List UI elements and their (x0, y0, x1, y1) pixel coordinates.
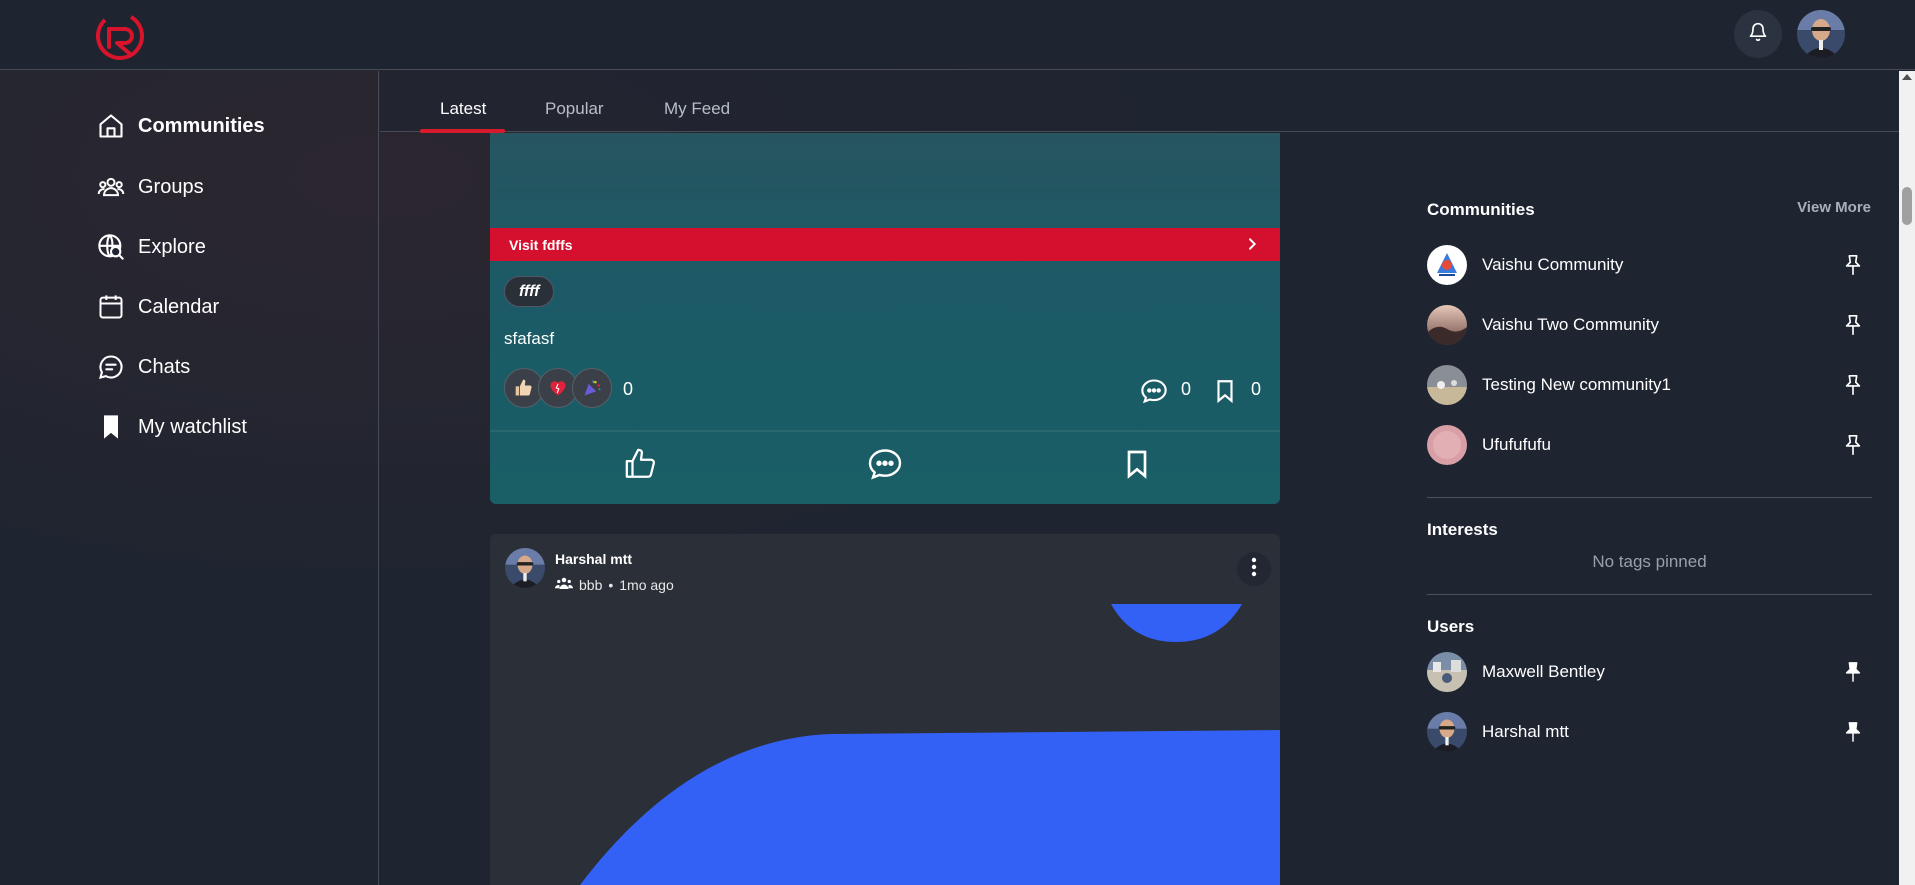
pin-outline-icon[interactable] (1842, 253, 1864, 282)
post-image (580, 604, 1280, 885)
post-author-name[interactable]: Harshal mtt (555, 551, 632, 567)
community-name: Testing New community1 (1482, 375, 1671, 394)
meta-separator: • (608, 576, 614, 593)
sidebar-item-watchlist[interactable]: My watchlist (96, 409, 247, 445)
post-menu-button[interactable] (1237, 552, 1271, 586)
users-section-title: Users (1427, 617, 1475, 636)
community-item[interactable]: Vaishu Community (1427, 245, 1872, 285)
sidebar-item-label: Groups (138, 175, 204, 198)
tab-my-feed[interactable]: My Feed (664, 99, 730, 119)
like-button[interactable] (611, 441, 671, 491)
community-name: Ufufufufu (1482, 435, 1551, 454)
community-item[interactable]: Ufufufufu (1427, 425, 1872, 465)
post-text: sfafasf (504, 329, 555, 348)
comment-icon (866, 446, 904, 487)
more-vertical-icon (1251, 557, 1257, 582)
left-sidebar: Communities Groups Explore Calendar Chat… (0, 71, 379, 885)
group-icon (555, 576, 573, 593)
community-item[interactable]: Testing New community1 (1427, 365, 1872, 405)
pin-outline-icon[interactable] (1842, 313, 1864, 342)
community-avatar (1427, 365, 1467, 405)
post-tag-chip[interactable]: ffff (504, 276, 555, 307)
pin-outline-icon[interactable] (1842, 373, 1864, 402)
bookmark-count: 0 (1251, 379, 1262, 399)
user-item[interactable]: Harshal mtt (1427, 712, 1872, 752)
comment-count: 0 (1181, 379, 1192, 399)
user-name: Harshal mtt (1482, 722, 1569, 741)
community-avatar (1427, 245, 1467, 285)
post-meta: bbb • 1mo ago (555, 576, 674, 593)
no-tags-message: No tags pinned (1592, 552, 1707, 571)
sidebar-item-label: Chats (138, 355, 191, 378)
people-icon (96, 172, 126, 202)
comment-button[interactable] (855, 441, 915, 491)
interests-section-title: Interests (1427, 520, 1498, 539)
visit-link-button[interactable]: Visit fdffs (490, 228, 1280, 261)
home-icon (96, 111, 126, 141)
scroll-thumb[interactable] (1902, 187, 1912, 225)
thumbs-up-icon (624, 447, 658, 486)
sidebar-item-groups[interactable]: Groups (96, 169, 204, 205)
bookmark-icon (1121, 448, 1153, 485)
chat-icon (96, 352, 126, 382)
community-name: Vaishu Community (1482, 255, 1624, 274)
community-item[interactable]: Vaishu Two Community (1427, 305, 1872, 345)
post-group-name[interactable]: bbb (579, 577, 602, 593)
user-name: Maxwell Bentley (1482, 662, 1605, 681)
bookmark-button[interactable] (1107, 441, 1167, 491)
sidebar-item-explore[interactable]: Explore (96, 229, 206, 265)
sidebar-item-communities[interactable]: Communities (96, 108, 265, 144)
sidebar-item-chats[interactable]: Chats (96, 349, 190, 385)
post-card: Visit fdffs ffff sfafasf 0 0 0 (490, 133, 1280, 504)
notifications-button[interactable] (1734, 10, 1782, 58)
user-item[interactable]: Maxwell Bentley (1427, 652, 1872, 692)
profile-avatar[interactable] (1797, 10, 1845, 58)
rg-logo[interactable] (95, 11, 145, 61)
pin-outline-icon[interactable] (1842, 433, 1864, 462)
tab-popular[interactable]: Popular (545, 99, 604, 119)
bookmark-count-icon (1212, 378, 1238, 409)
author-avatar[interactable] (505, 548, 545, 588)
visit-link-label: Visit fdffs (509, 236, 573, 253)
sidebar-item-label: My watchlist (138, 415, 247, 438)
community-name: Vaishu Two Community (1482, 315, 1659, 334)
post-card: Harshal mtt bbb • 1mo ago (490, 534, 1280, 885)
sidebar-item-calendar[interactable]: Calendar (96, 289, 219, 325)
globe-search-icon (96, 232, 126, 262)
user-avatar (1427, 712, 1467, 752)
feed-tabs: Latest Popular My Feed (380, 71, 1899, 132)
view-more-link[interactable]: View More (1797, 199, 1871, 216)
chevron-right-icon (1244, 236, 1260, 255)
bell-icon (1748, 22, 1768, 47)
comment-count-icon (1139, 377, 1169, 410)
calendar-icon (96, 292, 126, 322)
community-avatar (1427, 425, 1467, 465)
sidebar-item-label: Communities (138, 114, 265, 137)
right-panel: Communities View More Vaishu Community V… (1400, 133, 1899, 885)
user-avatar (1427, 652, 1467, 692)
post-timestamp: 1mo ago (619, 576, 674, 593)
communities-section-title: Communities (1427, 200, 1535, 219)
sidebar-item-label: Calendar (138, 295, 220, 318)
top-bar (0, 0, 1915, 70)
section-divider (1427, 497, 1872, 498)
reaction-count: 0 (623, 379, 634, 399)
pin-filled-icon[interactable] (1842, 660, 1864, 689)
bookmark-icon (96, 412, 126, 442)
tab-latest[interactable]: Latest (440, 99, 486, 119)
community-avatar (1427, 305, 1467, 345)
sidebar-item-label: Explore (138, 235, 206, 258)
party-reaction-icon[interactable] (572, 368, 612, 408)
pin-filled-icon[interactable] (1842, 720, 1864, 749)
page-scrollbar[interactable] (1899, 71, 1915, 885)
section-divider (1427, 594, 1872, 595)
scroll-up-arrow-icon[interactable] (1902, 74, 1912, 80)
divider (490, 430, 1280, 432)
